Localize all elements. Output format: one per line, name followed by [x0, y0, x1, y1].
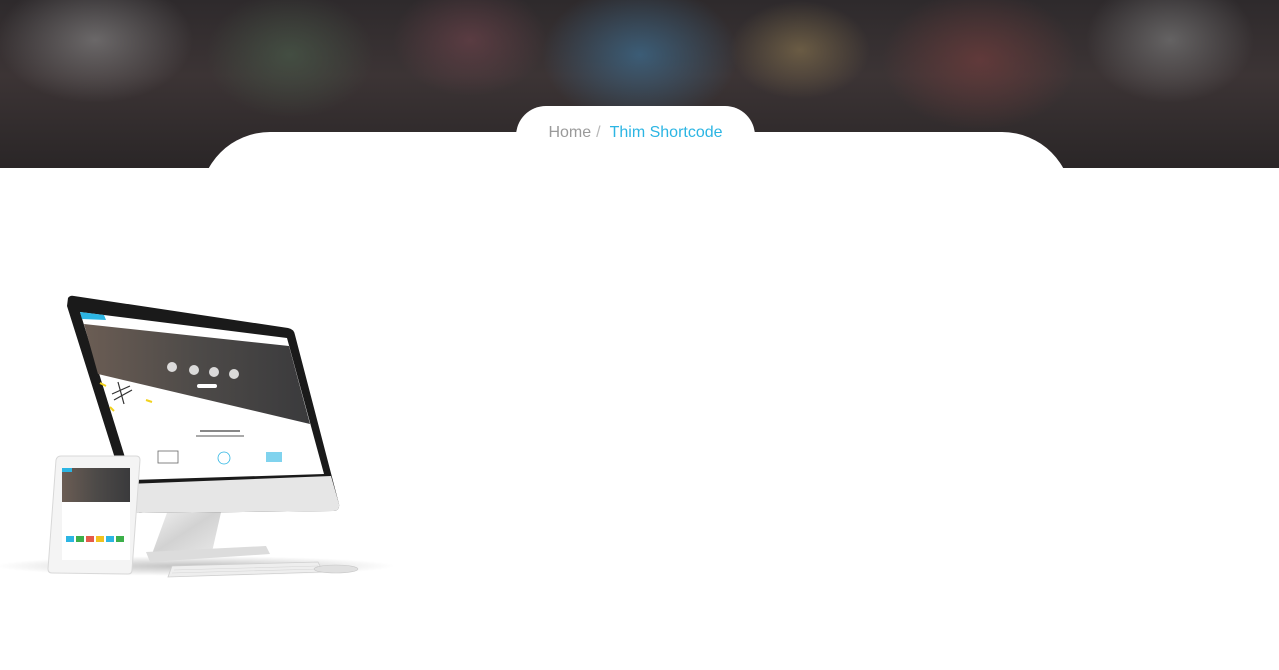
breadcrumb-current: Thim Shortcode [609, 124, 723, 141]
breadcrumb-home-link[interactable]: Home [548, 124, 591, 142]
devices-mockup-image [0, 295, 395, 578]
breadcrumb-separator: / [596, 124, 601, 141]
breadcrumb: Home / Thim Shortcode [516, 106, 755, 162]
